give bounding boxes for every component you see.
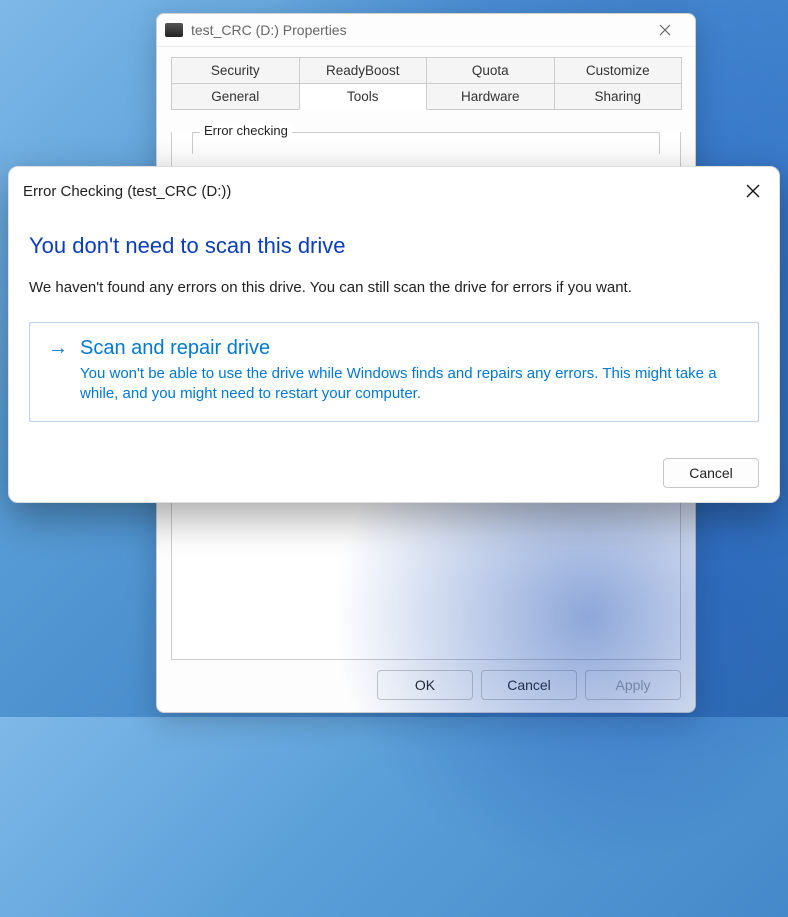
tab-general[interactable]: General	[171, 83, 300, 110]
cancel-button[interactable]: Cancel	[663, 458, 759, 488]
tab-customize[interactable]: Customize	[554, 57, 683, 83]
drive-icon	[165, 23, 183, 37]
properties-title: test_CRC (D:) Properties	[191, 22, 643, 38]
dialog-body: You don't need to scan this drive We hav…	[9, 209, 779, 422]
properties-titlebar: test_CRC (D:) Properties	[157, 14, 695, 47]
action-description: You won't be able to use the drive while…	[80, 364, 740, 405]
error-checking-groupbox: Error checking	[192, 132, 660, 154]
properties-buttons: OK Cancel Apply	[157, 660, 695, 712]
cancel-button[interactable]: Cancel	[481, 670, 577, 700]
error-checking-dialog: Error Checking (test_CRC (D:)) You don't…	[8, 166, 780, 503]
tab-quota[interactable]: Quota	[426, 57, 555, 83]
tab-readyboost[interactable]: ReadyBoost	[299, 57, 428, 83]
tab-row-1: Security ReadyBoost Quota Customize	[171, 57, 681, 83]
groupbox-label: Error checking	[200, 123, 292, 138]
arrow-right-icon: →	[48, 337, 68, 405]
tab-tools[interactable]: Tools	[299, 83, 428, 110]
dialog-buttons: Cancel	[9, 458, 779, 488]
tab-hardware[interactable]: Hardware	[426, 83, 555, 110]
scan-and-repair-action[interactable]: → Scan and repair drive You won't be abl…	[29, 322, 759, 422]
apply-button: Apply	[585, 670, 681, 700]
dialog-title: Error Checking (test_CRC (D:))	[23, 183, 739, 200]
tab-sharing[interactable]: Sharing	[554, 83, 683, 110]
close-icon[interactable]	[739, 177, 767, 205]
tab-row-2: General Tools Hardware Sharing	[171, 83, 681, 110]
close-icon[interactable]	[643, 15, 687, 45]
tab-security[interactable]: Security	[171, 57, 300, 83]
dialog-heading: You don't need to scan this drive	[29, 233, 759, 259]
action-title: Scan and repair drive	[80, 337, 740, 360]
dialog-header: Error Checking (test_CRC (D:))	[9, 167, 779, 209]
action-text: Scan and repair drive You won't be able …	[80, 337, 740, 405]
dialog-message: We haven't found any errors on this driv…	[29, 279, 759, 296]
ok-button[interactable]: OK	[377, 670, 473, 700]
